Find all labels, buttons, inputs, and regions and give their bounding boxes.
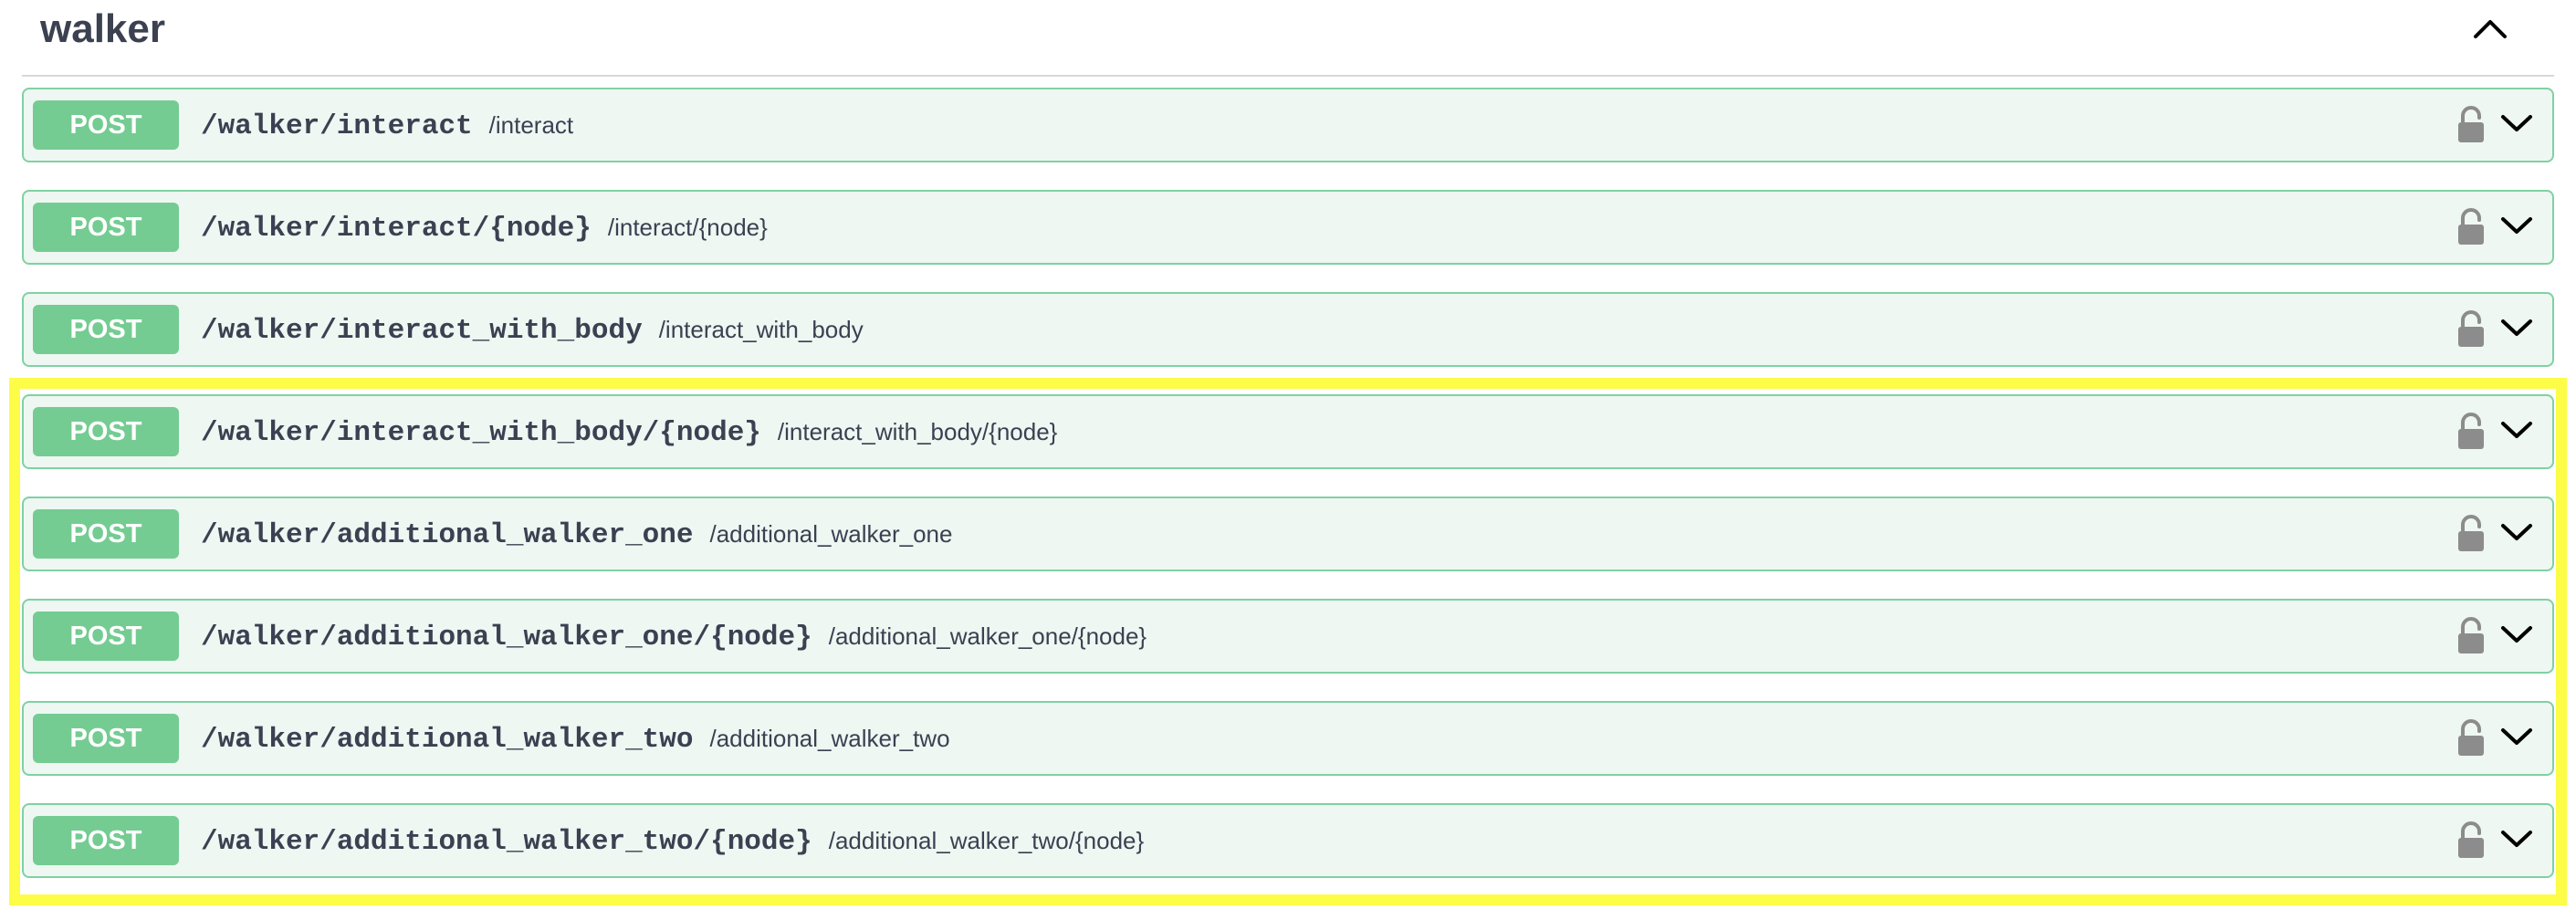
path-summary: /interact_with_body/{node} — [777, 418, 1058, 445]
method-badge: POST — [33, 407, 179, 456]
lock-icon[interactable] — [2456, 821, 2487, 860]
path-summary: /additional_walker_one/{node} — [828, 622, 1147, 650]
path-text: /walker/additional_walker_two — [201, 724, 694, 756]
chevron-down-icon[interactable] — [2499, 416, 2534, 444]
operation-path: /walker/additional_walker_two/{node} /add… — [201, 805, 1144, 876]
chevron-up-icon[interactable] — [2468, 9, 2512, 46]
operation-path: /walker/additional_walker_one/additional… — [201, 498, 952, 570]
path-summary: /interact — [488, 111, 574, 139]
path-text: /walker/additional_walker_one — [201, 519, 694, 551]
operation-path: /walker/additional_walker_two/additional… — [201, 703, 950, 774]
operation-row[interactable]: POST /walker/additional_walker_one/{node… — [22, 599, 2554, 674]
method-badge: POST — [33, 612, 179, 661]
operation-path: /walker/interact/interact — [201, 89, 573, 161]
method-badge: POST — [33, 100, 179, 150]
chevron-down-icon[interactable] — [2499, 212, 2534, 239]
chevron-down-icon[interactable] — [2499, 621, 2534, 648]
path-text: /walker/interact/{node} — [201, 213, 592, 245]
lock-icon[interactable] — [2456, 617, 2487, 655]
chevron-down-icon[interactable] — [2499, 723, 2534, 750]
method-badge: POST — [33, 816, 179, 865]
lock-icon[interactable] — [2456, 208, 2487, 246]
operation-row[interactable]: POST /walker/additional_walker_two/addit… — [22, 701, 2554, 776]
method-badge: POST — [33, 305, 179, 354]
path-summary: /additional_walker_one — [709, 520, 953, 548]
lock-icon[interactable] — [2456, 106, 2487, 144]
method-badge: POST — [33, 203, 179, 252]
lock-icon[interactable] — [2456, 413, 2487, 451]
operation-row[interactable]: POST /walker/interact/interact — [22, 88, 2554, 162]
path-text: /walker/interact_with_body/{node} — [201, 417, 761, 449]
path-summary: /interact_with_body — [658, 316, 864, 343]
operation-row[interactable]: POST /walker/interact/{node} /interact/{n… — [22, 190, 2554, 265]
operation-path: /walker/interact_with_body/{node} /intera… — [201, 396, 1057, 467]
operation-path: /walker/interact_with_body/interact_with… — [201, 294, 864, 365]
lock-icon[interactable] — [2456, 310, 2487, 349]
operation-row[interactable]: POST /walker/additional_walker_one/addit… — [22, 497, 2554, 571]
operations-list: POST /walker/interact/interact POST /wal… — [22, 88, 2554, 905]
path-summary: /interact/{node} — [607, 214, 768, 241]
path-text: /walker/interact — [201, 110, 473, 142]
chevron-down-icon[interactable] — [2499, 110, 2534, 137]
method-badge: POST — [33, 509, 179, 559]
chevron-down-icon[interactable] — [2499, 825, 2534, 852]
operation-row[interactable]: POST /walker/interact_with_body/{node} /i… — [22, 394, 2554, 469]
chevron-down-icon[interactable] — [2499, 314, 2534, 341]
path-summary: /additional_walker_two — [709, 725, 950, 752]
lock-icon[interactable] — [2456, 719, 2487, 758]
section-header-walker[interactable]: walker — [22, 0, 2554, 77]
path-text: /walker/additional_walker_one/{node} — [201, 622, 812, 653]
method-badge: POST — [33, 714, 179, 763]
path-summary: /additional_walker_two/{node} — [828, 827, 1145, 854]
path-text: /walker/interact_with_body — [201, 315, 643, 347]
chevron-down-icon[interactable] — [2499, 518, 2534, 546]
lock-icon[interactable] — [2456, 515, 2487, 553]
operation-path: /walker/interact/{node} /interact/{node} — [201, 192, 768, 263]
path-text: /walker/additional_walker_two/{node} — [201, 826, 812, 858]
operation-row[interactable]: POST /walker/interact_with_body/interact… — [22, 292, 2554, 367]
operation-row[interactable]: POST /walker/additional_walker_two/{node… — [22, 803, 2554, 878]
section-title: walker — [40, 6, 165, 51]
operation-path: /walker/additional_walker_one/{node} /add… — [201, 601, 1147, 672]
